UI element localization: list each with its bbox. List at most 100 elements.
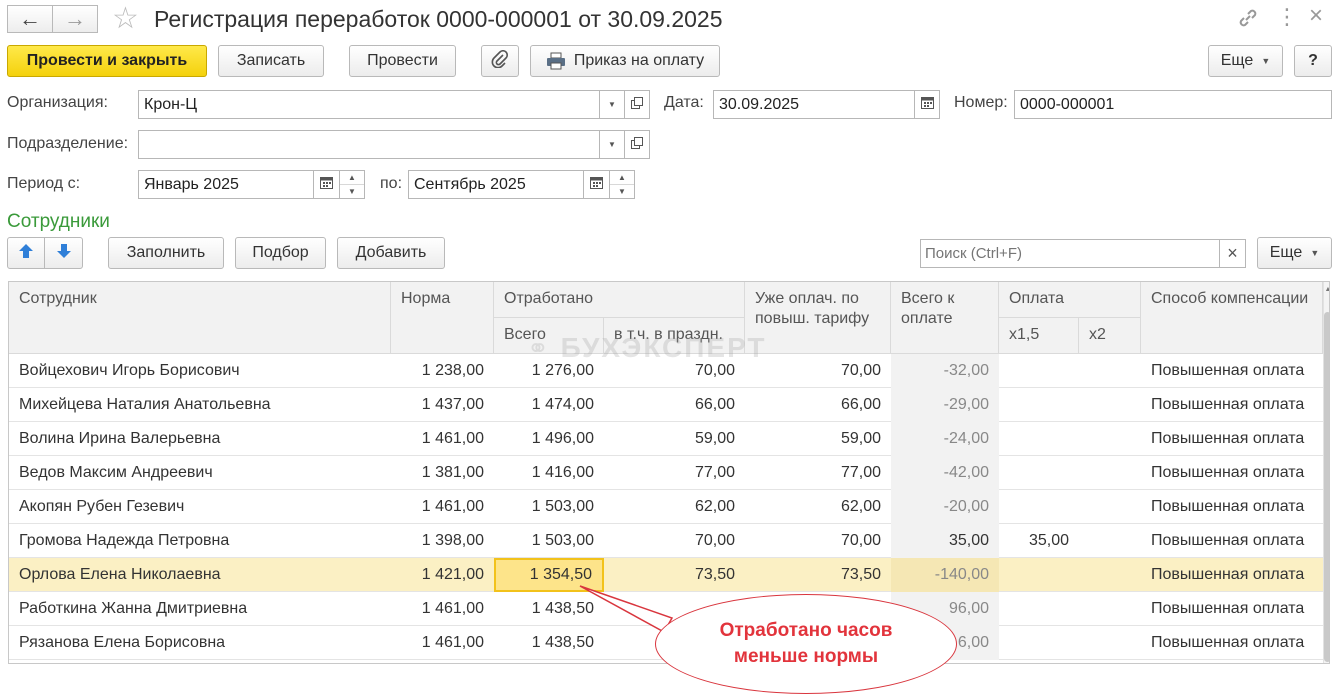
scroll-up-icon[interactable]: ▲	[1324, 286, 1329, 293]
cell-x2[interactable]	[1079, 558, 1141, 592]
date-calendar-button[interactable]	[914, 90, 940, 119]
cell-x2[interactable]	[1079, 490, 1141, 524]
forward-button[interactable]: →	[52, 5, 98, 33]
cell-total-pay[interactable]: -140,00	[891, 558, 999, 592]
cell-norm[interactable]: 1 421,00	[391, 558, 494, 592]
cell-worked-holiday[interactable]: 66,00	[604, 388, 745, 422]
pick-button[interactable]: Подбор	[235, 237, 326, 269]
cell-employee[interactable]: Ведов Максим Андреевич	[9, 456, 391, 490]
cell-x15[interactable]	[999, 354, 1079, 388]
cell-x15[interactable]	[999, 456, 1079, 490]
fill-button[interactable]: Заполнить	[108, 237, 224, 269]
cell-employee[interactable]: Волина Ирина Валерьевна	[9, 422, 391, 456]
cell-norm[interactable]: 1 461,00	[391, 490, 494, 524]
cell-employee[interactable]: Рязанова Елена Борисовна	[9, 626, 391, 660]
cell-worked-total[interactable]: 1 496,00	[494, 422, 604, 456]
department-dropdown-button[interactable]: ▼	[599, 130, 625, 159]
cell-total-pay[interactable]: -29,00	[891, 388, 999, 422]
cell-x2[interactable]	[1079, 592, 1141, 626]
department-field[interactable]	[138, 130, 600, 159]
cell-employee[interactable]: Громова Надежда Петровна	[9, 524, 391, 558]
move-down-button[interactable]	[44, 237, 83, 269]
cell-x15[interactable]	[999, 388, 1079, 422]
table-scrollbar[interactable]: ▲	[1323, 282, 1329, 663]
cell-employee[interactable]: Михейцева Наталия Анатольевна	[9, 388, 391, 422]
add-button[interactable]: Добавить	[337, 237, 445, 269]
cell-norm[interactable]: 1 461,00	[391, 422, 494, 456]
spin-up-icon[interactable]: ▲	[610, 171, 634, 185]
table-row[interactable]: Михейцева Наталия Анатольевна 1 437,00 1 4…	[9, 388, 1323, 422]
col-header-total-pay[interactable]: Всего к оплате	[891, 282, 999, 354]
cell-already-paid[interactable]: 73,50	[745, 558, 891, 592]
table-more-button[interactable]: Еще ▼	[1257, 237, 1332, 269]
cell-total-pay[interactable]: -32,00	[891, 354, 999, 388]
cell-worked-total[interactable]: 1 276,00	[494, 354, 604, 388]
table-row[interactable]: Ведов Максим Андреевич 1 381,00 1 416,00 77…	[9, 456, 1323, 490]
cell-norm[interactable]: 1 381,00	[391, 456, 494, 490]
cell-employee[interactable]: Орлова Елена Николаевна	[9, 558, 391, 592]
cell-method[interactable]: Повышенная оплата	[1141, 524, 1323, 558]
cell-total-pay[interactable]: -20,00	[891, 490, 999, 524]
help-button[interactable]: ?	[1294, 45, 1332, 77]
cell-worked-total[interactable]: 1 503,00	[494, 490, 604, 524]
spin-down-icon[interactable]: ▼	[340, 185, 364, 198]
link-icon[interactable]	[1236, 6, 1260, 30]
cell-x2[interactable]	[1079, 626, 1141, 660]
org-open-button[interactable]	[624, 90, 650, 119]
spin-up-icon[interactable]: ▲	[340, 171, 364, 185]
date-field[interactable]: 30.09.2025	[713, 90, 915, 119]
cell-worked-holiday[interactable]: 70,00	[604, 524, 745, 558]
cell-x2[interactable]	[1079, 388, 1141, 422]
cell-already-paid[interactable]: 70,00	[745, 524, 891, 558]
cell-x15[interactable]	[999, 490, 1079, 524]
cell-x2[interactable]	[1079, 354, 1141, 388]
number-field[interactable]: 0000-000001	[1014, 90, 1332, 119]
cell-already-paid[interactable]: 70,00	[745, 354, 891, 388]
cell-already-paid[interactable]: 77,00	[745, 456, 891, 490]
period-from-field[interactable]: Январь 2025	[138, 170, 314, 199]
post-and-close-button[interactable]: Провести и закрыть	[7, 45, 207, 77]
table-row[interactable]: Акопян Рубен Гезевич 1 461,00 1 503,00 62,0…	[9, 490, 1323, 524]
back-button[interactable]: ←	[7, 5, 53, 33]
department-open-button[interactable]	[624, 130, 650, 159]
spin-down-icon[interactable]: ▼	[610, 185, 634, 198]
cell-already-paid[interactable]: 62,00	[745, 490, 891, 524]
move-up-button[interactable]	[7, 237, 45, 269]
period-to-calendar-button[interactable]	[583, 170, 610, 199]
table-row[interactable]: Волина Ирина Валерьевна 1 461,00 1 496,00 5…	[9, 422, 1323, 456]
search-clear-button[interactable]: ×	[1219, 239, 1246, 268]
cell-x2[interactable]	[1079, 422, 1141, 456]
period-from-calendar-button[interactable]	[313, 170, 340, 199]
post-button[interactable]: Провести	[349, 45, 456, 77]
period-to-field[interactable]: Сентябрь 2025	[408, 170, 584, 199]
print-order-button[interactable]: Приказ на оплату	[530, 45, 720, 77]
cell-method[interactable]: Повышенная оплата	[1141, 388, 1323, 422]
cell-x15[interactable]	[999, 626, 1079, 660]
scrollbar-thumb[interactable]	[1324, 312, 1329, 662]
more-button[interactable]: Еще ▼	[1208, 45, 1283, 77]
more-vertical-icon[interactable]: ⋮	[1276, 4, 1298, 30]
cell-worked-holiday[interactable]: 62,00	[604, 490, 745, 524]
table-row[interactable]: Войцехович Игорь Борисович 1 238,00 1 276,…	[9, 354, 1323, 388]
col-header-norm[interactable]: Норма	[391, 282, 494, 354]
org-field[interactable]: Крон-Ц	[138, 90, 600, 119]
cell-employee[interactable]: Акопян Рубен Гезевич	[9, 490, 391, 524]
cell-method[interactable]: Повышенная оплата	[1141, 558, 1323, 592]
attach-button[interactable]	[481, 45, 519, 77]
cell-employee[interactable]: Войцехович Игорь Борисович	[9, 354, 391, 388]
cell-method[interactable]: Повышенная оплата	[1141, 422, 1323, 456]
cell-method[interactable]: Повышенная оплата	[1141, 354, 1323, 388]
save-button[interactable]: Записать	[218, 45, 324, 77]
table-row[interactable]: Громова Надежда Петровна 1 398,00 1 503,00…	[9, 524, 1323, 558]
col-header-already-paid[interactable]: Уже оплач. по повыш. тарифу	[745, 282, 891, 354]
cell-method[interactable]: Повышенная оплата	[1141, 592, 1323, 626]
col-header-method[interactable]: Способ компенсации	[1141, 282, 1323, 354]
cell-x15[interactable]	[999, 558, 1079, 592]
cell-already-paid[interactable]: 66,00	[745, 388, 891, 422]
cell-worked-total[interactable]: 1 503,00	[494, 524, 604, 558]
cell-worked-total[interactable]: 1 474,00	[494, 388, 604, 422]
col-header-worked[interactable]: Отработано	[494, 282, 745, 318]
period-from-spinner[interactable]: ▲ ▼	[339, 170, 365, 199]
cell-norm[interactable]: 1 437,00	[391, 388, 494, 422]
cell-method[interactable]: Повышенная оплата	[1141, 456, 1323, 490]
